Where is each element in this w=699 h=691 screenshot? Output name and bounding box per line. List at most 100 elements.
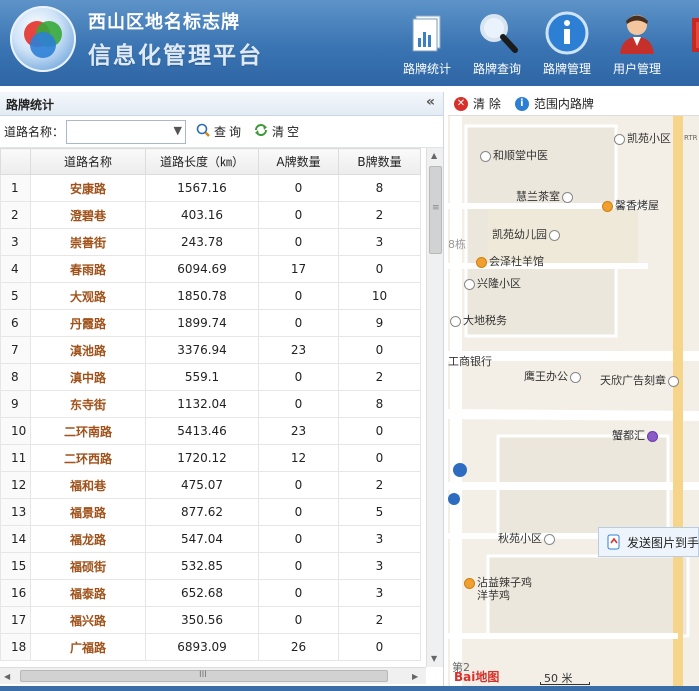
poi-marker-icon [668, 375, 679, 387]
poi-marker-icon [464, 278, 475, 290]
table-row[interactable]: 2 澄碧巷 403.16 0 2 [0, 201, 421, 229]
road-length-cell: 559.1 [145, 363, 259, 391]
info-icon [544, 10, 590, 56]
a-sign-count-cell: 23 [258, 336, 339, 364]
road-name-cell: 二环西路 [30, 444, 146, 472]
table-row[interactable]: 5 大观路 1850.78 0 10 [0, 282, 421, 310]
table-row[interactable]: 3 崇善街 243.78 0 3 [0, 228, 421, 256]
nav-data-button[interactable]: 数 [676, 8, 699, 80]
map-poi[interactable]: 蟹都汇 [612, 427, 660, 443]
map-poi[interactable]: 会泽社羊馆 [474, 253, 544, 269]
row-number: 12 [0, 471, 31, 499]
a-sign-count-cell: 0 [258, 390, 339, 418]
scroll-right-arrow-icon[interactable]: ▶ [412, 672, 418, 681]
row-number: 6 [0, 309, 31, 337]
a-sign-count-cell: 0 [258, 363, 339, 391]
b-sign-count-cell: 3 [338, 525, 421, 553]
row-number: 10 [0, 417, 31, 445]
table-row[interactable]: 17 福兴路 350.56 0 2 [0, 606, 421, 634]
table-row[interactable]: 9 东寺街 1132.04 0 8 [0, 390, 421, 418]
table-row[interactable]: 10 二环南路 5413.46 23 0 [0, 417, 421, 445]
table-row[interactable]: 11 二环西路 1720.12 12 0 [0, 444, 421, 472]
road-length-cell: 350.56 [145, 606, 259, 634]
map-toolbar: ✕ 清 除 i 范围内路牌 [448, 92, 699, 116]
road-name-combobox[interactable]: ▼ [66, 119, 187, 144]
grid-column-header[interactable] [0, 148, 31, 175]
road-length-cell: 652.68 [145, 579, 259, 607]
map-poi[interactable]: 凯苑小区 [612, 130, 671, 146]
chevron-down-icon[interactable]: ▼ [174, 124, 182, 137]
table-row[interactable]: 4 春雨路 6094.69 17 0 [0, 255, 421, 283]
map-poi[interactable]: 大地税务 [448, 312, 507, 328]
row-number: 7 [0, 336, 31, 364]
road-name-cell: 春雨路 [30, 255, 146, 283]
table-row[interactable]: 6 丹霞路 1899.74 0 9 [0, 309, 421, 337]
table-row[interactable]: 12 福和巷 475.07 0 2 [0, 471, 421, 499]
table-row[interactable]: 18 广福路 6893.09 26 0 [0, 633, 421, 661]
map-view[interactable]: 凯苑小区 RTR 和顺堂中医 慧兰茶室 馨香烤屋 凯苑幼儿园 8栋 会泽社羊馆 … [448, 116, 699, 686]
grid-column-header[interactable]: A牌数量 [258, 148, 339, 175]
table-row[interactable]: 14 福龙路 547.04 0 3 [0, 525, 421, 553]
b-sign-count-cell: 3 [338, 552, 421, 580]
a-sign-count-cell: 0 [258, 309, 339, 337]
range-signs-label: 范围内路牌 [533, 97, 594, 111]
vertical-scrollbar[interactable]: ▲ ≡ ▼ [426, 148, 443, 667]
map-poi[interactable]: 馨香烤屋 [600, 197, 659, 213]
road-name-cell: 崇善街 [30, 228, 146, 256]
poi-marker-icon [549, 229, 560, 241]
row-number: 1 [0, 174, 31, 202]
grid-column-header[interactable]: 道路长度（㎞） [145, 148, 259, 175]
query-button[interactable]: 查询 [196, 123, 244, 140]
road-name-cell: 安康路 [30, 174, 146, 202]
map-poi[interactable]: 秋苑小区 [498, 530, 557, 546]
table-row[interactable]: 1 安康路 1567.16 0 8 [0, 174, 421, 202]
poi-marker-icon [614, 133, 625, 145]
scroll-down-arrow-icon[interactable]: ▼ [431, 654, 437, 663]
map-poi[interactable]: 工商银行 [448, 353, 492, 369]
map-poi[interactable]: 天欣广告刻章 [600, 372, 681, 388]
road-name-cell: 东寺街 [30, 390, 146, 418]
app-header: 西山区地名标志牌 信息化管理平台 路牌统计 路牌查询 路牌管理 用户管理 数 [0, 0, 699, 86]
row-number: 4 [0, 255, 31, 283]
scroll-up-arrow-icon[interactable]: ▲ [431, 151, 437, 160]
road-name-label: 道路名称： [4, 125, 65, 139]
table-row[interactable]: 16 福泰路 652.68 0 3 [0, 579, 421, 607]
map-poi[interactable]: 和顺堂中医 [478, 147, 548, 163]
info-small-icon: i [514, 96, 529, 111]
nav-stats-button[interactable]: 路牌统计 [396, 8, 458, 80]
clear-button[interactable]: 清空 [254, 123, 302, 140]
table-row[interactable]: 13 福景路 877.62 0 5 [0, 498, 421, 526]
b-sign-count-cell: 0 [338, 444, 421, 472]
map-poi[interactable]: 凯苑幼儿园 [492, 226, 562, 242]
b-sign-count-cell: 0 [338, 255, 421, 283]
clear-button-label: 清空 [272, 125, 303, 139]
grid-column-header[interactable]: B牌数量 [338, 148, 421, 175]
horizontal-scrollbar[interactable]: ◀ III ▶ [0, 667, 426, 684]
map-poi[interactable]: 慧兰茶室 [516, 188, 575, 204]
row-number: 2 [0, 201, 31, 229]
table-row[interactable]: 15 福硕街 532.85 0 3 [0, 552, 421, 580]
nav-manage-button[interactable]: 路牌管理 [536, 8, 598, 80]
nav-query-button[interactable]: 路牌查询 [466, 8, 528, 80]
road-length-cell: 1850.78 [145, 282, 259, 310]
b-sign-count-cell: 0 [338, 633, 421, 661]
grid-column-header[interactable]: 道路名称 [30, 148, 146, 175]
collapse-panel-icon[interactable]: « [426, 94, 435, 110]
send-image-button[interactable]: 发送图片到手 [598, 527, 699, 557]
row-number: 15 [0, 552, 31, 580]
nav-user-button[interactable]: 用户管理 [606, 8, 668, 80]
bottom-bar [0, 686, 699, 691]
map-clear-button[interactable]: ✕ 清 除 [454, 95, 501, 112]
a-sign-count-cell: 0 [258, 525, 339, 553]
b-sign-count-cell: 9 [338, 309, 421, 337]
table-row[interactable]: 8 滇中路 559.1 0 2 [0, 363, 421, 391]
map-poi[interactable]: 沾益辣子鸡洋芋鸡 [462, 576, 537, 602]
map-poi[interactable]: 鹰王办公 [524, 368, 583, 384]
range-signs-button[interactable]: i 范围内路牌 [514, 95, 594, 112]
horizontal-scrollbar-thumb[interactable]: III [20, 670, 388, 682]
road-length-cell: 877.62 [145, 498, 259, 526]
scroll-left-arrow-icon[interactable]: ◀ [4, 672, 10, 681]
table-row[interactable]: 7 滇池路 3376.94 23 0 [0, 336, 421, 364]
vertical-scrollbar-thumb[interactable]: ≡ [429, 166, 442, 254]
map-poi[interactable]: 兴隆小区 [462, 275, 521, 291]
